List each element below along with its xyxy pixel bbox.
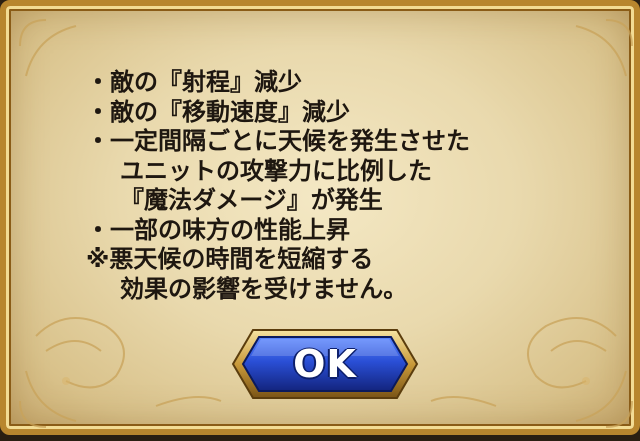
- text-line: 『魔法ダメージ』が発生: [120, 186, 383, 214]
- description-text: ・敵の『射程』減少 ・敵の『移動速度』減少 ・一定間隔ごとに天候を発生させた ユ…: [86, 68, 606, 304]
- text-line: ユニットの攻撃力に比例した: [120, 156, 432, 185]
- info-dialog: ・敵の『射程』減少 ・敵の『移動速度』減少 ・一定間隔ごとに天候を発生させた ユ…: [0, 0, 640, 435]
- ok-button[interactable]: OK: [231, 326, 419, 402]
- text-line: ・敵の『射程』減少: [86, 68, 302, 96]
- text-line: ・敵の『移動速度』減少: [86, 97, 350, 126]
- text-line: 効果の影響を受けません。: [120, 274, 408, 303]
- ok-button-label: OK: [293, 342, 357, 386]
- text-line: ・一部の味方の性能上昇: [86, 215, 350, 244]
- text-line: ・一定間隔ごとに天候を発生させた: [86, 127, 470, 155]
- text-line: ※悪天候の時間を短縮する: [86, 245, 374, 273]
